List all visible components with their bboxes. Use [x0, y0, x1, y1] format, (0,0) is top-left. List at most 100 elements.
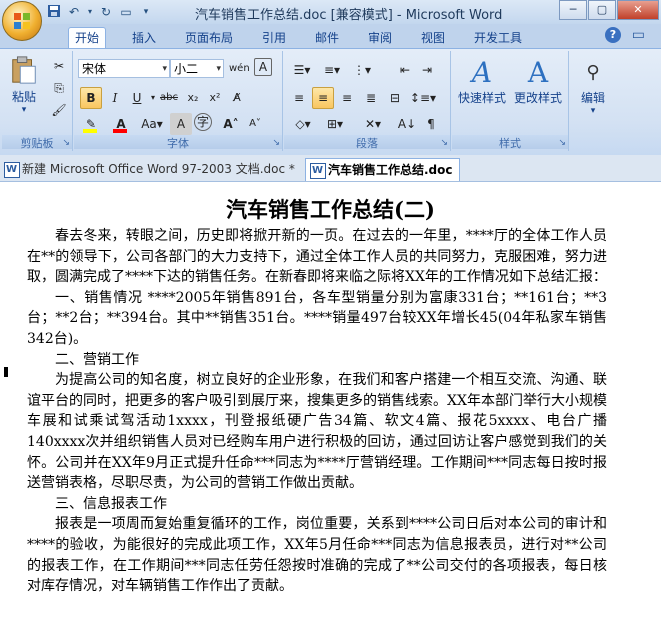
document-page[interactable]: 汽车销售工作总结(二) 春去冬来，转眼之间，历史即将掀开新的一页。在过去的一年里… — [0, 182, 661, 642]
paragraph: 报表是一项周而复始重复循环的工作，岗位重要，关系到****公司日后对本公司的审计… — [27, 516, 607, 595]
line-spacing-icon[interactable]: ↕≡▾ — [408, 87, 438, 109]
word-doc-icon — [310, 163, 326, 179]
paragraph-launcher-icon[interactable]: ↘ — [440, 138, 448, 148]
doc-tab-label: 汽车销售工作总结.doc — [328, 163, 453, 177]
font-name-value: 宋体 — [82, 62, 107, 76]
tab-mailings[interactable]: 邮件 — [315, 28, 339, 48]
font-color-icon[interactable]: A — [110, 113, 132, 135]
align-right-icon[interactable]: ≡ — [336, 87, 358, 109]
undo-icon[interactable]: ↶ — [66, 4, 82, 20]
tab-page-layout[interactable]: 页面布局 — [185, 28, 233, 48]
format-painter-icon[interactable]: 🖌 — [48, 99, 70, 121]
office-button[interactable] — [2, 1, 42, 41]
bold-button[interactable]: B — [80, 87, 102, 109]
save-icon[interactable] — [46, 4, 62, 20]
change-styles-label: 更改样式 — [513, 91, 562, 105]
window-title: 汽车销售工作总结.doc [兼容模式] - Microsoft Word — [195, 8, 503, 23]
italic-button[interactable]: I — [104, 87, 126, 109]
clipboard-group: 粘贴 ▾ ✂ ⎘ 🖌 剪贴板 ↘ — [2, 51, 73, 151]
styles-group-label: 样式 — [452, 135, 568, 150]
close-button[interactable]: ✕ — [617, 0, 659, 20]
shading-icon[interactable]: ◇▾ — [288, 113, 318, 135]
justify-icon[interactable]: ≣ — [360, 87, 382, 109]
tab-references[interactable]: 引用 — [262, 28, 286, 48]
font-name-dropdown-icon[interactable]: ▾ — [162, 60, 167, 79]
font-group: 宋体 ▾ 小二 ▾ wén A B I U ▾ abc x₂ x² A̸ ✎ A A… — [74, 51, 283, 151]
bullets-icon[interactable]: ☰▾ — [288, 59, 316, 81]
numbering-icon[interactable]: ≡▾ — [318, 59, 346, 81]
paragraph: 春去冬来，转眼之间，历史即将掀开新的一页。在过去的一年里，****厅的全体工作人… — [27, 228, 607, 286]
clear-formatting-icon[interactable]: A̸ — [226, 87, 248, 109]
font-size-combo[interactable]: 小二 ▾ — [170, 59, 224, 78]
quick-styles-button[interactable]: A 快速样式 — [456, 57, 508, 106]
clipboard-launcher-icon[interactable]: ↘ — [62, 138, 70, 148]
character-shading-icon[interactable]: A — [170, 113, 192, 135]
grow-font-icon[interactable]: A˄ — [220, 113, 242, 135]
tab-insert[interactable]: 插入 — [132, 28, 156, 48]
shrink-font-icon[interactable]: A˅ — [244, 113, 266, 135]
subscript-button[interactable]: x₂ — [182, 87, 204, 109]
font-size-value: 小二 — [174, 62, 199, 76]
sort-icon[interactable]: A↓ — [396, 113, 418, 135]
chinese-layout-icon[interactable]: ✕▾ — [358, 113, 388, 135]
tab-review[interactable]: 审阅 — [368, 28, 392, 48]
change-case-icon[interactable]: Aa▾ — [138, 113, 166, 135]
section-heading: 二、营销工作 — [55, 351, 139, 368]
minimize-button[interactable]: ─ — [559, 0, 587, 20]
align-center-icon[interactable]: ≡ — [312, 87, 334, 109]
repeat-icon[interactable]: ↻ — [98, 4, 114, 20]
font-launcher-icon[interactable]: ↘ — [272, 138, 280, 148]
styles-launcher-icon[interactable]: ↘ — [558, 138, 566, 148]
font-group-label: 字体 — [74, 135, 282, 150]
document-title: 汽车销售工作总结(二) — [226, 197, 435, 222]
paragraph: 为提高公司的知名度，树立良好的企业形象，在我们和客户搭建一个相互交流、沟通、联谊… — [27, 372, 607, 492]
document-body[interactable]: 春去冬来，转眼之间，历史即将掀开新的一页。在过去的一年里，****厅的全体工作人… — [27, 226, 607, 597]
title-bar: ↶ ▾ ↻ ▭ ▾ 汽车销售工作总结.doc [兼容模式] - Microsof… — [0, 0, 661, 25]
doc-tab-current[interactable]: 汽车销售工作总结.doc — [305, 158, 460, 181]
tab-developer[interactable]: 开发工具 — [474, 28, 522, 48]
ribbon-minimize-icon[interactable]: ▭ — [632, 27, 645, 43]
undo-dropdown-icon[interactable]: ▾ — [86, 4, 94, 20]
cut-icon[interactable]: ✂ — [48, 55, 70, 77]
font-name-combo[interactable]: 宋体 ▾ — [78, 59, 170, 78]
doc-tab-new-document[interactable]: 新建 Microsoft Office Word 97-2003 文档.doc … — [0, 158, 301, 180]
character-border-icon[interactable]: A — [254, 58, 272, 76]
editing-label: 编辑 — [580, 91, 605, 105]
decrease-indent-icon[interactable]: ⇤ — [394, 59, 416, 81]
tab-home[interactable]: 开始 — [68, 27, 107, 48]
customize-qat-icon[interactable]: ▾ — [138, 4, 154, 20]
paste-dropdown-icon[interactable]: ▾ — [4, 105, 44, 115]
paste-label: 粘贴 — [11, 90, 36, 104]
font-size-dropdown-icon[interactable]: ▾ — [216, 60, 221, 79]
print-preview-icon[interactable]: ▭ — [118, 4, 134, 20]
copy-icon[interactable]: ⎘ — [48, 77, 70, 99]
paste-button[interactable]: 粘贴 ▾ — [4, 55, 44, 115]
multilevel-list-icon[interactable]: ⋮▾ — [348, 59, 376, 81]
enclose-characters-icon[interactable]: 字 — [194, 113, 212, 131]
strikethrough-button[interactable]: abc — [158, 87, 180, 109]
editing-group: ⚲ 编辑 ▾ — [570, 51, 616, 151]
increase-indent-icon[interactable]: ⇥ — [416, 59, 438, 81]
ribbon: 粘贴 ▾ ✂ ⎘ 🖌 剪贴板 ↘ 宋体 ▾ 小二 ▾ wén A B I U ▾ a… — [0, 48, 661, 156]
borders-icon[interactable]: ⊞▾ — [320, 113, 350, 135]
superscript-button[interactable]: x² — [204, 87, 226, 109]
paste-icon — [12, 56, 36, 84]
maximize-button[interactable]: ▢ — [588, 0, 616, 20]
help-icon[interactable]: ? — [605, 27, 621, 43]
doc-tab-label: 新建 Microsoft Office Word 97-2003 文档.doc … — [22, 162, 295, 176]
editing-button[interactable]: ⚲ 编辑 ▾ — [572, 57, 614, 116]
quick-styles-icon: A — [471, 56, 493, 89]
word-doc-icon — [4, 162, 20, 178]
tab-view[interactable]: 视图 — [421, 28, 445, 48]
office-logo-icon — [14, 13, 30, 29]
show-marks-icon[interactable]: ¶ — [420, 113, 442, 135]
align-left-icon[interactable]: ≡ — [288, 87, 310, 109]
paragraph-group-label: 段落 — [284, 135, 450, 150]
paragraph-group: ☰▾ ≡▾ ⋮▾ ⇤ ⇥ ≡ ≡ ≡ ≣ ⊟ ↕≡▾ ◇▾ ⊞▾ ✕▾ A↓ ¶… — [284, 51, 451, 151]
editing-dropdown-icon[interactable]: ▾ — [572, 106, 614, 116]
highlight-icon[interactable]: ✎ — [80, 113, 102, 135]
change-styles-button[interactable]: A 更改样式 — [510, 57, 566, 106]
document-tabs: 新建 Microsoft Office Word 97-2003 文档.doc … — [0, 155, 661, 182]
phonetic-guide-icon[interactable]: wén — [228, 58, 250, 80]
distributed-icon[interactable]: ⊟ — [384, 87, 406, 109]
